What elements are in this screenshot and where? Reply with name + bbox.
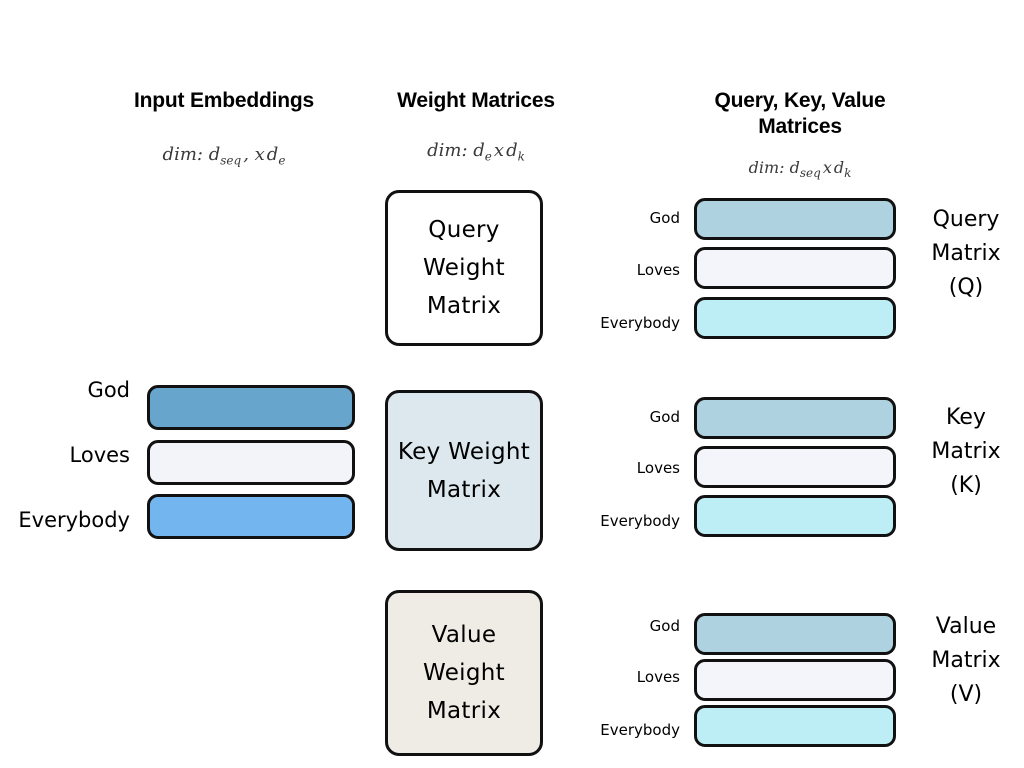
value-matrix-bar-god[interactable]	[694, 613, 896, 655]
key-matrix-row-label-god: God	[649, 408, 680, 426]
input-row-label-god: God	[87, 378, 130, 402]
dim-separator: , x	[243, 144, 265, 165]
query-matrix-caption-line-3: (Q)	[948, 275, 984, 300]
query-matrix-caption: Query Matrix (Q)	[908, 203, 1024, 305]
input-embedding-bar-loves[interactable]	[147, 440, 355, 485]
query-matrix-row-label-everybody: Everybody	[600, 314, 680, 332]
dim-term-a-subscript: seq	[220, 153, 242, 168]
value-matrix-row-label-everybody: Everybody	[600, 721, 680, 739]
query-matrix-bar-loves[interactable]	[694, 247, 896, 289]
key-matrix-bar-everybody[interactable]	[694, 495, 896, 537]
key-matrix-row-label-everybody: Everybody	[600, 512, 680, 530]
value-matrix-caption: Value Matrix (V)	[908, 610, 1024, 712]
dim-prefix: dim:	[748, 158, 785, 177]
query-matrix-row-label-loves: Loves	[636, 261, 680, 279]
query-weight-matrix-line-2: Weight	[423, 255, 505, 281]
input-row-label-loves: Loves	[69, 443, 130, 467]
query-matrix-caption-line-1: Query	[932, 207, 1000, 232]
dim-term-b: d	[833, 158, 845, 177]
dim-term-b-subscript: e	[278, 153, 286, 168]
value-matrix-row-label-god: God	[649, 617, 680, 635]
key-matrix-caption: Key Matrix (K)	[908, 401, 1024, 503]
dim-term-b: d	[506, 140, 518, 161]
dim-prefix: dim:	[162, 144, 203, 165]
column-title-qkv-matrices: Query, Key, Value Matrices	[714, 89, 886, 138]
query-matrix-caption-line-2: Matrix	[931, 241, 1001, 266]
dim-term-b-subscript: k	[844, 166, 852, 181]
query-matrix-row-label-god: God	[649, 209, 680, 227]
dim-prefix: dim:	[427, 140, 468, 161]
key-matrix-caption-line-1: Key	[946, 405, 986, 430]
dim-term-b-subscript: k	[517, 149, 525, 164]
value-matrix-caption-line-3: (V)	[949, 682, 983, 707]
column-dimension-weight-matrices: dim: de x dk	[368, 140, 584, 164]
column-title-input-embeddings: Input Embeddings	[134, 89, 314, 112]
dim-term-a: d	[789, 158, 800, 177]
dim-term-a-subscript: e	[484, 149, 492, 164]
input-row-label-everybody: Everybody	[18, 508, 130, 532]
key-matrix-bar-loves[interactable]	[694, 446, 896, 488]
query-weight-matrix-line-3: Matrix	[426, 293, 502, 319]
key-matrix-caption-line-2: Matrix	[931, 439, 1001, 464]
dim-term-a: d	[208, 144, 221, 165]
query-matrix-bar-god[interactable]	[694, 198, 896, 240]
input-embedding-bar-everybody[interactable]	[147, 494, 355, 539]
value-matrix-bar-loves[interactable]	[694, 659, 896, 701]
column-dimension-qkv-matrices: dim: dseq x dk	[672, 158, 928, 180]
value-weight-matrix-box[interactable]: Value Weight Matrix	[385, 590, 543, 756]
value-matrix-caption-line-1: Value	[935, 614, 997, 639]
query-weight-matrix-line-1: Query	[428, 217, 500, 243]
query-weight-matrix-box[interactable]: Query Weight Matrix	[385, 190, 543, 346]
column-title-weight-matrices: Weight Matrices	[397, 89, 555, 112]
key-weight-matrix-line-2: Matrix	[426, 476, 502, 503]
column-dimension-input-embeddings: dim: dseq, x de	[104, 144, 344, 168]
key-matrix-caption-line-3: (K)	[950, 473, 982, 498]
input-embedding-bar-god[interactable]	[147, 385, 355, 430]
key-matrix-row-label-loves: Loves	[636, 459, 680, 477]
dim-separator: x	[822, 158, 832, 177]
key-weight-matrix-line-1: Key Weight	[397, 438, 531, 465]
dim-term-a: d	[473, 140, 485, 161]
value-matrix-bar-everybody[interactable]	[694, 705, 896, 747]
value-weight-matrix-line-2: Weight	[423, 660, 505, 686]
key-weight-matrix-box[interactable]: Key Weight Matrix	[385, 390, 543, 551]
value-matrix-row-label-loves: Loves	[636, 668, 680, 686]
key-matrix-bar-god[interactable]	[694, 397, 896, 439]
dim-separator: x	[493, 140, 505, 161]
query-matrix-bar-everybody[interactable]	[694, 297, 896, 339]
value-matrix-caption-line-2: Matrix	[931, 648, 1001, 673]
value-weight-matrix-line-1: Value	[431, 622, 497, 648]
dim-term-b: d	[266, 144, 279, 165]
value-weight-matrix-line-3: Matrix	[426, 698, 502, 724]
dim-term-a-subscript: seq	[799, 166, 821, 181]
